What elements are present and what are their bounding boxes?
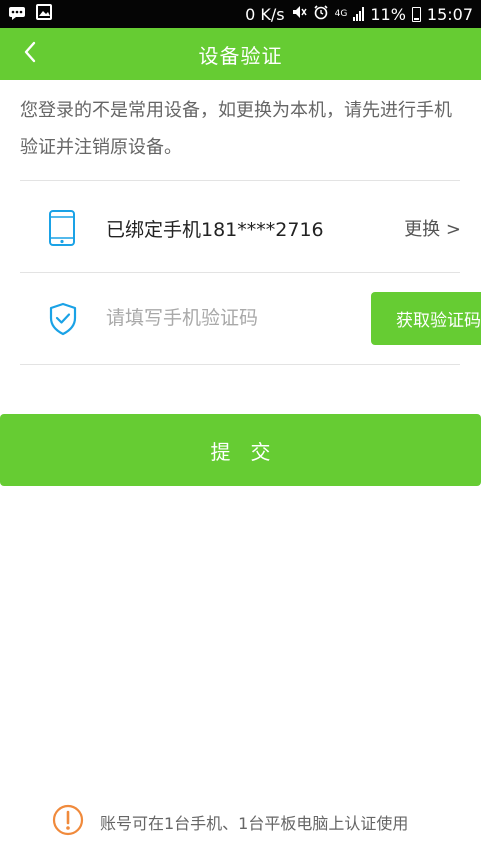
shield-check-icon	[48, 302, 78, 340]
get-code-button[interactable]: 获取验证码	[371, 292, 481, 345]
alarm-icon	[313, 4, 329, 24]
phone-icon	[48, 209, 76, 251]
warning-icon	[52, 804, 84, 840]
app-header: 设备验证	[0, 28, 481, 80]
page-title: 设备验证	[198, 43, 283, 68]
verification-code-row: 获取验证码	[0, 274, 481, 364]
device-notice: 您登录的不是常用设备，如更换为本机，请先进行手机验证并注销原设备。	[20, 100, 452, 158]
chat-notification-icon	[8, 5, 26, 24]
status-bar: 0 K/s 4G 11% 15:07	[0, 0, 481, 28]
clock: 15:07	[426, 4, 473, 24]
battery-icon	[411, 6, 421, 22]
change-phone-link[interactable]: 更换 >	[404, 215, 461, 241]
back-button[interactable]	[10, 28, 50, 80]
net-speed: 0 K/s	[245, 4, 285, 24]
status-right: 0 K/s 4G 11% 15:07	[245, 4, 473, 24]
submit-button[interactable]: 提交	[0, 414, 481, 486]
image-notification-icon	[36, 4, 52, 24]
verification-code-input[interactable]	[106, 302, 346, 334]
chevron-left-icon	[23, 41, 37, 67]
mute-icon	[291, 4, 307, 24]
divider	[20, 272, 460, 273]
signal-icon	[353, 7, 365, 21]
bound-phone-row: 已绑定手机181****2716 更换 >	[0, 182, 481, 272]
divider	[20, 364, 460, 365]
footer-tip: 账号可在1台手机、1台平板电脑上认证使用	[52, 804, 408, 840]
bound-phone-text: 已绑定手机181****2716	[106, 219, 324, 241]
network-type: 4G	[334, 9, 348, 19]
footer-tip-text: 账号可在1台手机、1台平板电脑上认证使用	[100, 814, 409, 833]
battery-percent: 11%	[370, 4, 406, 24]
divider	[20, 180, 460, 181]
status-left	[8, 4, 52, 24]
